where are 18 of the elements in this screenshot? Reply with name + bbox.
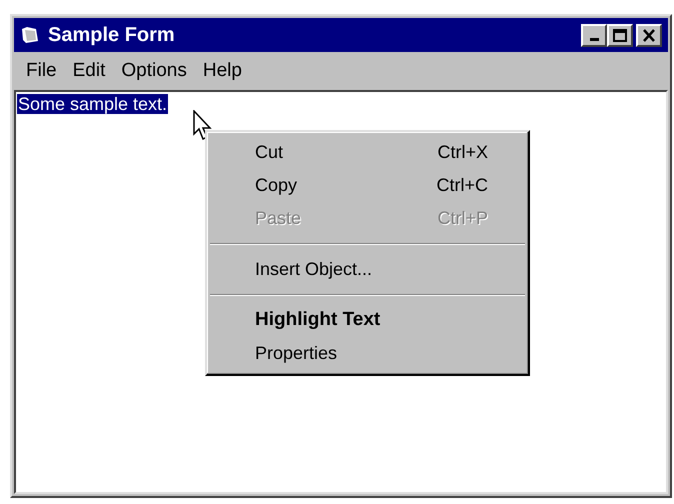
menu-item[interactable]: Options	[115, 56, 193, 86]
context-menu-item[interactable]: Highlight Text	[207, 304, 528, 337]
document-text: Some sample text.	[17, 94, 168, 114]
minimize-icon	[590, 38, 598, 41]
context-menu-item[interactable]: Cut Ctrl+X	[207, 136, 528, 169]
menu-item[interactable]: File	[20, 56, 63, 86]
context-menu-item[interactable]: Properties	[207, 337, 528, 370]
menu-item[interactable]: Help	[196, 56, 248, 86]
window-title: Sample Form	[48, 23, 176, 48]
maximize-button[interactable]	[607, 24, 633, 46]
app-icon	[20, 26, 40, 44]
maximize-icon	[613, 28, 627, 42]
context-menu-item[interactable]: Insert Object...	[207, 253, 528, 286]
close-icon	[642, 28, 656, 42]
context-menu-item[interactable]: Copy Ctrl+C	[207, 169, 528, 202]
menu-item[interactable]: Edit	[66, 56, 112, 86]
close-button[interactable]	[636, 24, 662, 46]
minimize-button[interactable]	[581, 24, 607, 46]
